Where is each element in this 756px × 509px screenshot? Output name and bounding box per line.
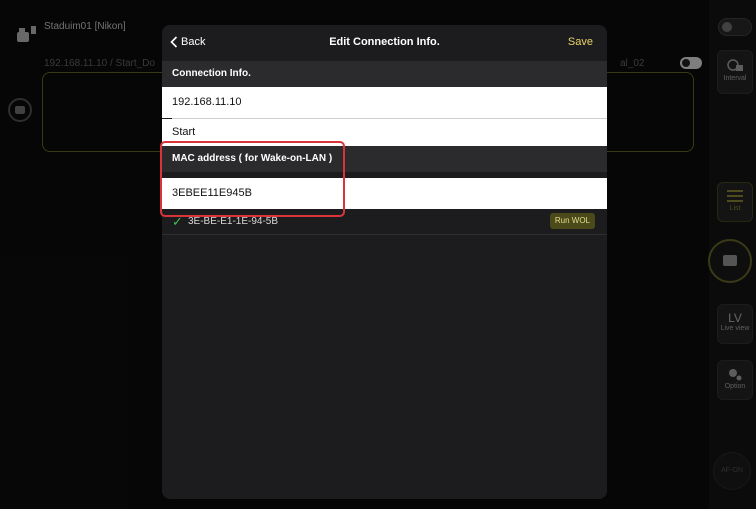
- modal-title: Edit Connection Info.: [329, 36, 440, 48]
- edit-connection-modal: Back Edit Connection Info. Save Connecti…: [162, 25, 607, 499]
- save-button[interactable]: Save: [568, 36, 593, 48]
- run-wol-button[interactable]: Run WOL: [549, 213, 595, 229]
- modal-nav-bar: Back Edit Connection Info. Save: [162, 25, 607, 61]
- connection-info-header: Connection Info.: [162, 61, 607, 87]
- ip-address-field[interactable]: 192.168.11.10: [162, 87, 607, 118]
- mac-highlight-box: [160, 141, 345, 217]
- wol-mac-address: 3E-BE-E1-1E-94-5B: [188, 216, 279, 227]
